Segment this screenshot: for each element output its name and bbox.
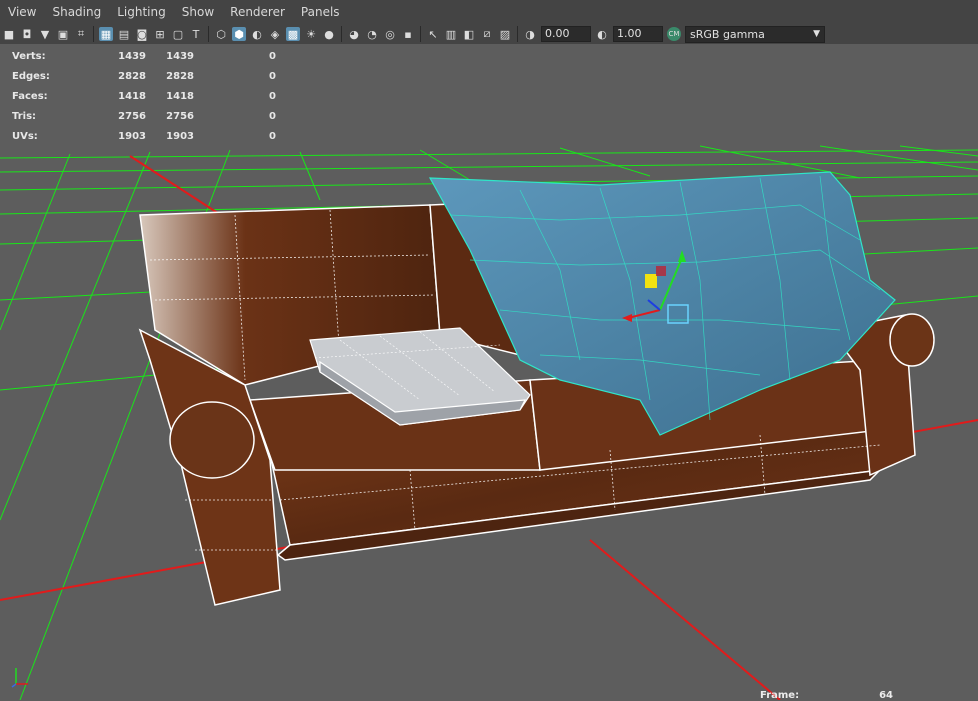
view-axis-indicator-icon bbox=[11, 668, 28, 688]
hud-value: 0 bbox=[269, 110, 276, 122]
colorspace-label: sRGB gamma bbox=[690, 27, 765, 41]
hud-value: 1439 bbox=[118, 50, 146, 62]
gamma-icon[interactable]: ◐ bbox=[595, 27, 609, 41]
ambient-occlusion-icon[interactable]: ● bbox=[322, 27, 336, 41]
hud-value: 1903 bbox=[166, 130, 194, 142]
hud-row: UVs: 1903 1903 0 bbox=[12, 126, 276, 146]
hud-value: 1903 bbox=[118, 130, 146, 142]
shadows-icon[interactable]: ☀ bbox=[304, 27, 318, 41]
use-all-lights-icon[interactable]: ▩ bbox=[286, 27, 300, 41]
hud-value: 2828 bbox=[118, 70, 146, 82]
textured-wire-icon[interactable]: ⧄ bbox=[480, 27, 494, 41]
menu-lighting[interactable]: Lighting bbox=[109, 0, 174, 24]
hud-row: Edges: 2828 2828 0 bbox=[12, 66, 276, 86]
panel-menu-bar: View Shading Lighting Show Renderer Pane… bbox=[0, 0, 978, 24]
depth-of-field-icon[interactable]: ◎ bbox=[383, 27, 397, 41]
grid-icon[interactable]: ⌗ bbox=[74, 27, 88, 41]
hud-label: Verts: bbox=[12, 50, 46, 62]
color-management-icon[interactable]: CM bbox=[667, 27, 681, 41]
hud-value: 1418 bbox=[166, 90, 194, 102]
frame-label: Frame: bbox=[760, 690, 800, 701]
wireframe-icon[interactable]: ⬡ bbox=[214, 27, 228, 41]
gate-mask-icon[interactable]: ◙ bbox=[135, 27, 149, 41]
anti-alias-icon[interactable]: ◔ bbox=[365, 27, 379, 41]
field-chart-icon[interactable]: ⊞ bbox=[153, 27, 167, 41]
hud-row: Tris: 2756 2756 0 bbox=[12, 106, 276, 126]
camera-icon[interactable]: ■ bbox=[2, 27, 16, 41]
toolbar-divider bbox=[341, 26, 342, 42]
hud-value: 2756 bbox=[166, 110, 194, 122]
textured-icon[interactable]: ◈ bbox=[268, 27, 282, 41]
colorspace-dropdown[interactable]: sRGB gamma ▼ bbox=[685, 25, 825, 43]
hud-value: 2756 bbox=[118, 110, 146, 122]
image-plane-icon[interactable]: ▣ bbox=[56, 27, 70, 41]
backface-icon[interactable]: ◧ bbox=[462, 27, 476, 41]
frame-readout: Frame: 64 bbox=[760, 690, 893, 701]
smooth-shade-icon[interactable]: ⬢ bbox=[232, 27, 246, 41]
exposure-icon[interactable]: ◑ bbox=[523, 27, 537, 41]
resolution-gate-icon[interactable]: ▤ bbox=[117, 27, 131, 41]
isolate-select-icon[interactable]: ▪ bbox=[401, 27, 415, 41]
frame-value: 64 bbox=[879, 690, 893, 701]
hud-value: 2828 bbox=[166, 70, 194, 82]
safe-action-icon[interactable]: ▢ bbox=[171, 27, 185, 41]
hud-value: 0 bbox=[269, 50, 276, 62]
hud-row: Verts: 1439 1439 0 bbox=[12, 46, 276, 66]
menu-panels[interactable]: Panels bbox=[293, 0, 348, 24]
hud-value: 1439 bbox=[166, 50, 194, 62]
chevron-down-icon: ▼ bbox=[813, 28, 820, 39]
poly-count-hud: Verts: 1439 1439 0 Edges: 2828 2828 0 Fa… bbox=[12, 46, 276, 146]
hud-value: 0 bbox=[269, 70, 276, 82]
toolbar-divider bbox=[208, 26, 209, 42]
hud-label: Faces: bbox=[12, 90, 48, 102]
menu-show[interactable]: Show bbox=[174, 0, 222, 24]
default-material-icon[interactable]: ◐ bbox=[250, 27, 264, 41]
menu-renderer[interactable]: Renderer bbox=[222, 0, 293, 24]
hud-value: 0 bbox=[269, 130, 276, 142]
camera-attr-icon[interactable]: ◘ bbox=[20, 27, 34, 41]
hud-label: Tris: bbox=[12, 110, 37, 122]
hud-value: 0 bbox=[269, 90, 276, 102]
hud-label: UVs: bbox=[12, 130, 38, 142]
xray-icon[interactable]: ↖ bbox=[426, 27, 440, 41]
bookmark-icon[interactable]: ▼ bbox=[38, 27, 52, 41]
menu-shading[interactable]: Shading bbox=[44, 0, 109, 24]
menu-view[interactable]: View bbox=[0, 0, 44, 24]
xray-joints-icon[interactable]: ▥ bbox=[444, 27, 458, 41]
toolbar-divider bbox=[517, 26, 518, 42]
panel-toolbar: ■ ◘ ▼ ▣ ⌗ ▦ ▤ ◙ ⊞ ▢ T ⬡ ⬢ ◐ ◈ ▩ ☀ ● ◕ ◔ … bbox=[0, 24, 978, 44]
exposure-field[interactable]: 0.00 bbox=[541, 26, 591, 42]
hud-row: Faces: 1418 1418 0 bbox=[12, 86, 276, 106]
motion-blur-icon[interactable]: ◕ bbox=[347, 27, 361, 41]
hud-toggle-icon[interactable]: ▨ bbox=[498, 27, 512, 41]
safe-title-icon[interactable]: T bbox=[189, 27, 203, 41]
toolbar-divider bbox=[93, 26, 94, 42]
hud-label: Edges: bbox=[12, 70, 50, 82]
toolbar-divider bbox=[420, 26, 421, 42]
film-gate-icon[interactable]: ▦ bbox=[99, 27, 113, 41]
gamma-field[interactable]: 1.00 bbox=[613, 26, 663, 42]
hud-value: 1418 bbox=[118, 90, 146, 102]
